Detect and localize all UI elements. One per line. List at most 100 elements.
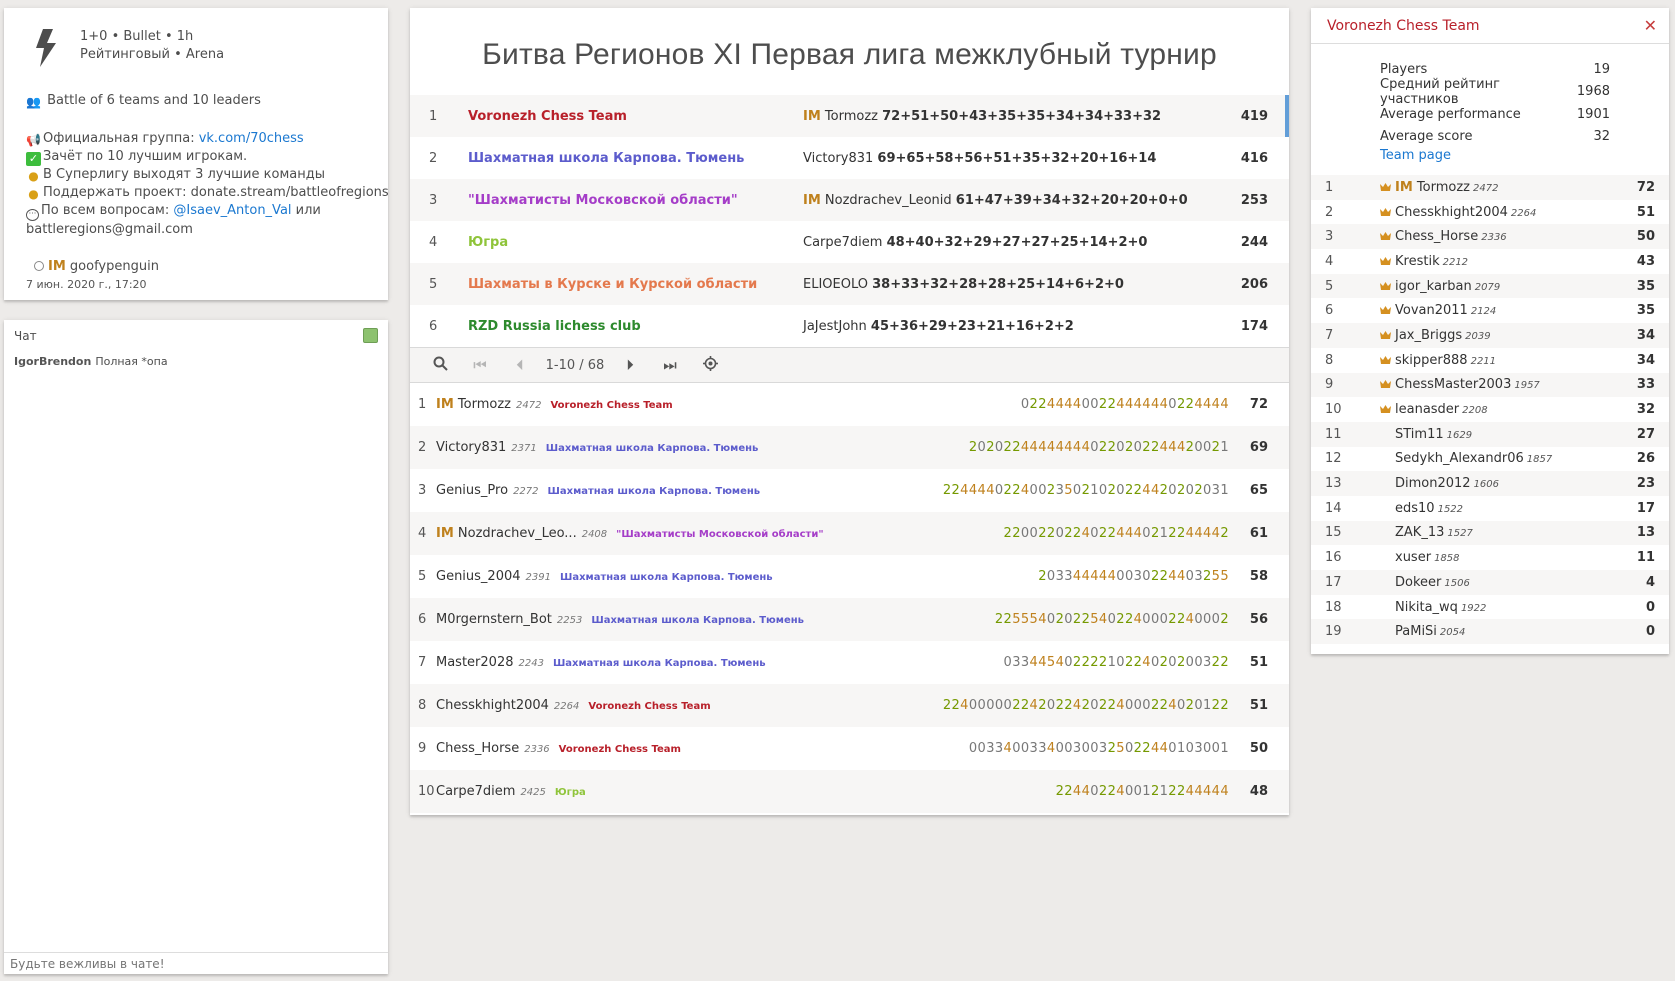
- roster-player-name[interactable]: Dimon2012: [1395, 476, 1471, 491]
- roster-player-name[interactable]: PaMiSi: [1395, 624, 1437, 639]
- team-row[interactable]: 1 Voronezh Chess Team IM Tormozz 72+51+50+…: [410, 95, 1289, 137]
- player-team[interactable]: "Шахматисты Московской области": [616, 529, 823, 540]
- roster-row[interactable]: 7 Jax_Briggs 2039 34: [1311, 323, 1669, 348]
- team-top-player[interactable]: ELIOEOLO: [803, 277, 868, 292]
- player-name[interactable]: Chess_Horse: [436, 741, 519, 756]
- chat-toggle[interactable]: [363, 328, 378, 343]
- player-name[interactable]: Victory831: [436, 440, 506, 455]
- roster-player-name[interactable]: xuser: [1395, 550, 1431, 565]
- player-team[interactable]: Voronezh Chess Team: [559, 744, 681, 755]
- roster-player-name[interactable]: Chesskhight2004: [1395, 205, 1508, 220]
- next-page-icon[interactable]: ⏵: [610, 356, 650, 374]
- player-name[interactable]: Genius_Pro: [436, 483, 508, 498]
- team-name-link[interactable]: Югра: [468, 221, 803, 263]
- roster-row[interactable]: 2 Chesskhight2004 2264 51: [1311, 200, 1669, 225]
- team-row[interactable]: 3 "Шахматисты Московской области" IM Nozdr…: [410, 179, 1289, 221]
- player-team[interactable]: Шахматная школа Карпова. Тюмень: [546, 443, 759, 454]
- team-page-link[interactable]: Team page: [1380, 148, 1451, 163]
- roster-row[interactable]: 11 STim11 1629 27: [1311, 421, 1669, 447]
- roster-row[interactable]: 6 Vovan2011 2124 35: [1311, 298, 1669, 323]
- player-row[interactable]: 6 M0rgernstern_Bot 2253 Шахматная школа Кар…: [410, 598, 1289, 641]
- roster-player-name[interactable]: leanasder: [1395, 402, 1459, 417]
- jump-to-me-icon[interactable]: [690, 355, 730, 375]
- team-top-player[interactable]: Carpe7diem: [803, 235, 882, 250]
- roster-row[interactable]: 4 Krestik 2212 43: [1311, 249, 1669, 274]
- roster-row[interactable]: 15 ZAK_13 1527 13: [1311, 520, 1669, 546]
- player-row[interactable]: 4 IM Nozdrachev_Leo... 2408 "Шахматисты Мос…: [410, 512, 1289, 555]
- roster-player-name[interactable]: Vovan2011: [1395, 303, 1468, 318]
- chat-message-user[interactable]: IgorBrendon: [14, 355, 91, 368]
- roster-player-name[interactable]: eds10: [1395, 501, 1435, 516]
- roster-player-name[interactable]: ChessMaster2003: [1395, 377, 1511, 392]
- team-row[interactable]: 4 Югра Carpe7diem 48+40+32+29+27+27+25+14+…: [410, 221, 1289, 263]
- player-row[interactable]: 3 Genius_Pro 2272 Шахматная школа Карпова. …: [410, 469, 1289, 512]
- player-row[interactable]: 2 Victory831 2371 Шахматная школа Карпова. …: [410, 426, 1289, 469]
- roster-row[interactable]: 10 leanasder 2208 32: [1311, 397, 1669, 422]
- roster-row[interactable]: 17 Dokeer 1506 4: [1311, 570, 1669, 595]
- player-row[interactable]: 7 Master2028 2243 Шахматная школа Карпова. …: [410, 641, 1289, 684]
- player-row[interactable]: 5 Genius_2004 2391 Шахматная школа Карпова.…: [410, 555, 1289, 598]
- roster-row[interactable]: 12 Sedykh_Alexandr06 1857 26: [1311, 447, 1669, 472]
- roster-row[interactable]: 13 Dimon2012 1606 23: [1311, 471, 1669, 496]
- player-name[interactable]: Nozdrachev_Leo...: [458, 526, 577, 541]
- player-team[interactable]: Voronezh Chess Team: [588, 701, 710, 712]
- roster-player-name[interactable]: skipper888: [1395, 353, 1468, 368]
- player-name[interactable]: M0rgernstern_Bot: [436, 612, 552, 627]
- player-name[interactable]: Master2028: [436, 655, 513, 670]
- roster-player-name[interactable]: ZAK_13: [1395, 525, 1444, 540]
- team-top-player[interactable]: Nozdrachev_Leonid: [825, 193, 952, 208]
- roster-row[interactable]: 18 Nikita_wq 1922 0: [1311, 595, 1669, 620]
- player-team[interactable]: Voronezh Chess Team: [550, 400, 672, 411]
- player-row[interactable]: 8 Chesskhight2004 2264 Voronezh Chess Team 2…: [410, 684, 1289, 727]
- roster-player-name[interactable]: Sedykh_Alexandr06: [1395, 451, 1524, 466]
- team-row[interactable]: 2 Шахматная школа Карпова. Тюмень Victory8…: [410, 137, 1289, 179]
- team-name-link[interactable]: Шахматная школа Карпова. Тюмень: [468, 137, 803, 179]
- roster-row[interactable]: 1 IM Tormozz 2472 72: [1311, 175, 1669, 200]
- team-row[interactable]: 5 Шахматы в Курске и Курской области ELIOE…: [410, 263, 1289, 305]
- roster-row[interactable]: 5 igor_karban 2079 35: [1311, 273, 1669, 299]
- roster-row[interactable]: 8 skipper888 2211 34: [1311, 348, 1669, 373]
- player-row[interactable]: 9 Chess_Horse 2336 Voronezh Chess Team 00334…: [410, 727, 1289, 770]
- player-team[interactable]: Югра: [555, 787, 586, 798]
- roster-row[interactable]: 3 Chess_Horse 2336 50: [1311, 224, 1669, 250]
- player-team[interactable]: Шахматная школа Карпова. Тюмень: [548, 486, 761, 497]
- team-name-link[interactable]: Шахматы в Курске и Курской области: [468, 263, 803, 305]
- player-row[interactable]: 1 IM Tormozz 2472 Voronezh Chess Team 022444…: [410, 383, 1289, 426]
- first-page-icon[interactable]: ⏮: [460, 356, 500, 374]
- player-name[interactable]: Tormozz: [458, 397, 511, 412]
- roster-row[interactable]: 9 ChessMaster2003 1957 33: [1311, 372, 1669, 398]
- roster-player-name[interactable]: igor_karban: [1395, 279, 1472, 294]
- group-link[interactable]: vk.com/70chess: [199, 131, 304, 146]
- team-top-player[interactable]: Victory831: [803, 151, 873, 166]
- team-name-link[interactable]: Voronezh Chess Team: [468, 95, 803, 137]
- roster-row[interactable]: 14 eds10 1522 17: [1311, 496, 1669, 521]
- search-icon[interactable]: [420, 356, 460, 375]
- chat-input[interactable]: [4, 952, 388, 974]
- player-team[interactable]: Шахматная школа Карпова. Тюмень: [591, 615, 804, 626]
- roster-player-name[interactable]: Dokeer: [1395, 575, 1441, 590]
- player-team[interactable]: Шахматная школа Карпова. Тюмень: [560, 572, 773, 583]
- player-team[interactable]: Шахматная школа Карпова. Тюмень: [553, 658, 766, 669]
- contact-link[interactable]: @Isaev_Anton_Val: [173, 203, 291, 218]
- team-row[interactable]: 6 RZD Russia lichess club JaJestJohn 45+36…: [410, 305, 1289, 347]
- roster-player-name[interactable]: Jax_Briggs: [1395, 328, 1462, 343]
- roster-player-name[interactable]: Krestik: [1395, 254, 1440, 269]
- roster-player-name[interactable]: Chess_Horse: [1395, 229, 1478, 244]
- roster-row[interactable]: 19 PaMiSi 2054 0: [1311, 619, 1669, 645]
- team-top-player[interactable]: JaJestJohn: [803, 319, 867, 334]
- tournament-creator[interactable]: IM goofypenguin: [26, 259, 366, 274]
- player-name[interactable]: Carpe7diem: [436, 784, 515, 799]
- player-row[interactable]: 10 Carpe7diem 2425 Югра 22440224001212244444…: [410, 770, 1289, 813]
- last-page-icon[interactable]: ⏭: [650, 356, 690, 374]
- roster-row[interactable]: 16 xuser 1858 11: [1311, 545, 1669, 570]
- roster-player-name[interactable]: STim11: [1395, 427, 1444, 442]
- team-name-link[interactable]: RZD Russia lichess club: [468, 305, 803, 347]
- team-name-link[interactable]: "Шахматисты Московской области": [468, 179, 803, 221]
- player-name[interactable]: Chesskhight2004: [436, 698, 549, 713]
- roster-player-name[interactable]: Nikita_wq: [1395, 600, 1458, 615]
- player-name[interactable]: Genius_2004: [436, 569, 521, 584]
- roster-player-name[interactable]: Tormozz: [1417, 180, 1470, 195]
- team-top-player[interactable]: Tormozz: [825, 109, 878, 124]
- previous-page-icon[interactable]: ⏴: [500, 356, 540, 374]
- close-icon[interactable]: ✕: [1644, 16, 1657, 35]
